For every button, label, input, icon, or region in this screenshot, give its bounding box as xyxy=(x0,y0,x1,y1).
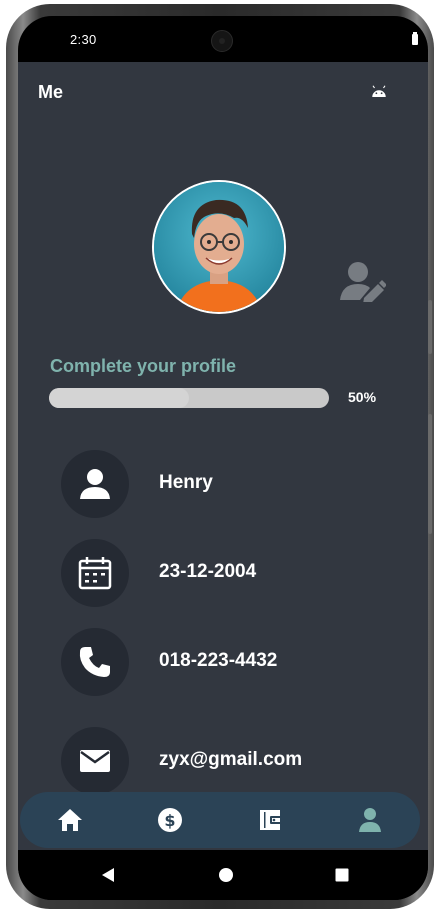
nav-wallet[interactable] xyxy=(220,792,320,848)
app-screen: Me Complete your profile 50% Henry 23-12… xyxy=(18,62,428,850)
page-title: Me xyxy=(38,82,64,102)
wallet-icon xyxy=(260,810,282,830)
phone-icon xyxy=(79,647,110,677)
front-camera xyxy=(211,30,233,52)
profile-progress-title: Complete your profile xyxy=(50,356,237,376)
nav-home[interactable] xyxy=(20,792,120,848)
home-circle-icon xyxy=(219,868,233,882)
info-icon-circle xyxy=(61,450,129,518)
info-text-birthdate: 23-12-2004 xyxy=(159,561,257,582)
profile-icon xyxy=(359,808,381,832)
recents-button[interactable] xyxy=(312,850,372,900)
nav-profile[interactable] xyxy=(320,792,420,848)
back-triangle-icon xyxy=(102,868,114,882)
info-icon-circle xyxy=(61,539,129,607)
nav-finance[interactable]: $ xyxy=(120,792,220,848)
profile-progress-percent: 50% xyxy=(348,389,377,405)
system-navigation-bar xyxy=(18,850,428,900)
android-icon[interactable] xyxy=(370,84,388,98)
power-button xyxy=(428,414,432,534)
dollar-icon: $ xyxy=(158,808,182,832)
calendar-icon xyxy=(78,557,112,590)
phone-frame: 2:30 Me Complete your profile 50% Henry … xyxy=(6,4,434,909)
profile-progress-bar xyxy=(49,388,329,408)
volume-button xyxy=(428,300,432,354)
info-icon-circle xyxy=(61,628,129,696)
profile-progress-fill xyxy=(49,388,189,408)
info-row-name[interactable]: Henry xyxy=(61,450,401,518)
info-icon-circle xyxy=(61,727,129,795)
info-text-name: Henry xyxy=(159,472,213,493)
recents-square-icon xyxy=(335,868,349,882)
back-button[interactable] xyxy=(78,850,138,900)
home-button[interactable] xyxy=(196,850,256,900)
info-row-email[interactable]: zyx@gmail.com xyxy=(61,727,401,795)
status-time: 2:30 xyxy=(70,32,97,47)
info-row-birthdate[interactable]: 23-12-2004 xyxy=(61,539,401,607)
info-row-phone[interactable]: 018-223-4432 xyxy=(61,628,401,696)
info-text-phone: 018-223-4432 xyxy=(159,650,278,671)
person-icon xyxy=(80,469,110,499)
bottom-navigation: $ xyxy=(20,792,420,848)
info-text-email: zyx@gmail.com xyxy=(159,749,303,770)
screen: 2:30 Me Complete your profile 50% Henry … xyxy=(18,16,428,900)
profile-photo xyxy=(154,182,284,312)
avatar[interactable] xyxy=(152,180,286,314)
home-icon xyxy=(58,809,82,831)
battery-icon xyxy=(412,32,418,45)
svg-text:$: $ xyxy=(164,811,175,830)
mail-icon xyxy=(80,750,110,772)
edit-profile-icon[interactable] xyxy=(340,260,386,302)
status-bar: 2:30 xyxy=(18,16,428,62)
